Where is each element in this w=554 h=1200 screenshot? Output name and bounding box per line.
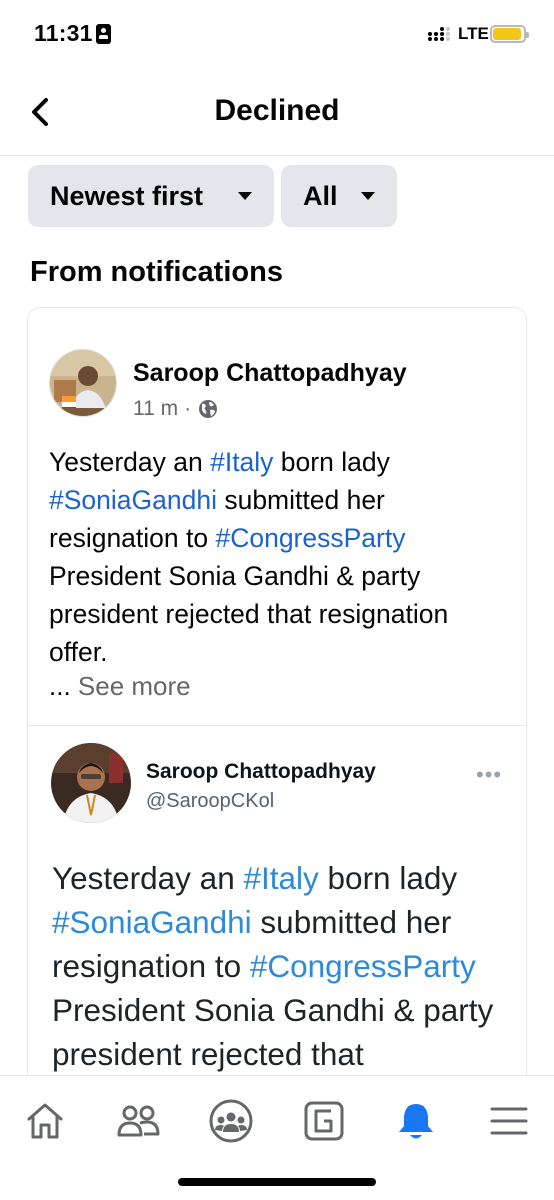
nav-item-notifications[interactable] (391, 1096, 441, 1146)
post-meta: 11 m · (133, 397, 219, 421)
tweet-avatar-image (51, 743, 131, 823)
tweet-text: Yesterday an #Italy born lady #SoniaGand… (52, 856, 522, 1076)
id-card-icon (96, 24, 111, 44)
home-icon (27, 1103, 63, 1139)
nav-item-menu[interactable] (484, 1096, 534, 1146)
tweet-more-icon: ••• (476, 762, 503, 787)
caret-down-icon (361, 192, 375, 200)
groups-icon (209, 1099, 253, 1143)
sort-dropdown-label: Newest first (50, 180, 204, 211)
hashtag-link[interactable]: #Italy (210, 447, 273, 477)
type-filter-label: All (303, 180, 338, 211)
nav-item-groups[interactable] (206, 1096, 256, 1146)
sort-dropdown[interactable]: Newest first (28, 165, 274, 227)
menu-icon (490, 1107, 528, 1135)
nav-item-gaming[interactable] (299, 1096, 349, 1146)
avatar[interactable] (49, 349, 117, 417)
section-title: From notifications (30, 256, 283, 288)
text-segment: President Sonia Gandhi & party president… (52, 992, 494, 1072)
see-more-link[interactable]: ... See more (49, 671, 191, 702)
nav-item-friends[interactable] (113, 1096, 163, 1146)
see-more-ellipsis: ... (49, 671, 71, 701)
post-author[interactable]: Saroop Chattopadhyay (133, 359, 407, 388)
hashtag-link[interactable]: #SoniaGandhi (49, 485, 217, 515)
text-segment: born lady (318, 860, 458, 896)
status-time: 11:31 (34, 20, 93, 46)
text-segment: born lady (273, 447, 390, 477)
avatar-image (50, 350, 116, 416)
home-indicator[interactable] (178, 1178, 376, 1186)
nav-item-home[interactable] (20, 1096, 70, 1146)
see-more-label: See more (77, 671, 191, 701)
battery-icon (490, 25, 529, 43)
cellular-signal-icon (428, 27, 450, 43)
hashtag-link[interactable]: #CongressParty (215, 523, 405, 553)
post-card[interactable]: Saroop Chattopadhyay 11 m · Yesterday an… (28, 308, 526, 1098)
tweet-author-handle: @SaroopCKol (146, 790, 275, 812)
page-header: Declined (0, 70, 554, 156)
bottom-nav (0, 1075, 554, 1200)
caret-down-icon (238, 192, 252, 200)
friends-icon (117, 1105, 160, 1137)
network-label: LTE (458, 24, 489, 43)
hashtag-link[interactable]: #SoniaGandhi (52, 904, 252, 940)
hashtag-link[interactable]: #CongressParty (250, 948, 476, 984)
tweet-author-name: Saroop Chattopadhyay (146, 760, 376, 783)
hashtag-link[interactable]: #Italy (243, 860, 318, 896)
gaming-icon (304, 1101, 344, 1141)
page-title: Declined (214, 94, 340, 127)
embedded-tweet-image[interactable]: Saroop Chattopadhyay @SaroopCKol ••• Yes… (28, 725, 526, 1098)
post-text: Yesterday an #Italy born lady #SoniaGand… (49, 443, 514, 671)
type-filter-dropdown[interactable]: All (281, 165, 397, 227)
separator-dot: · (184, 397, 192, 420)
bell-icon (399, 1104, 433, 1139)
post-time[interactable]: 11 m (133, 397, 178, 421)
text-segment: Yesterday an (52, 860, 244, 896)
text-segment: President Sonia Gandhi & party president… (49, 561, 449, 667)
tweet-avatar (51, 743, 131, 823)
status-bar: 11:31 LTE (0, 0, 554, 70)
globe-icon (199, 400, 218, 418)
text-segment: Yesterday an (49, 447, 211, 477)
